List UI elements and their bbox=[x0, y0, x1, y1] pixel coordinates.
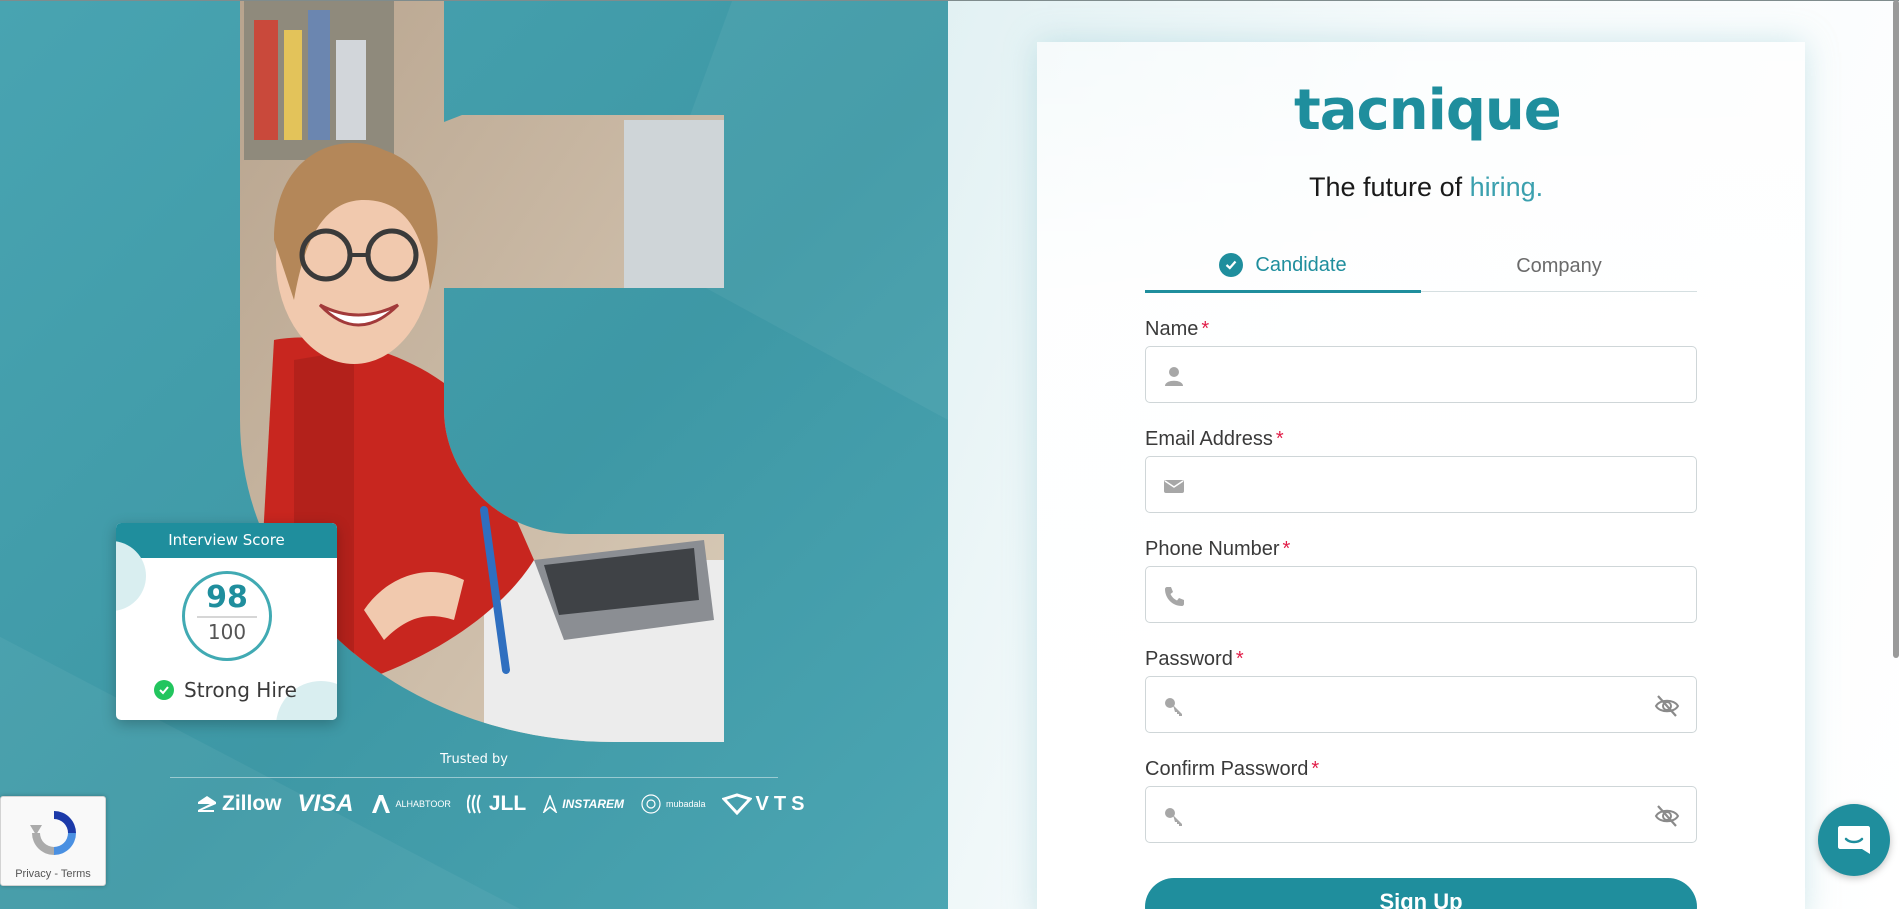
score-verdict: Strong Hire bbox=[154, 678, 297, 702]
phone-label: Phone Number * bbox=[1145, 538, 1290, 561]
tab-candidate[interactable]: Candidate bbox=[1145, 240, 1421, 293]
key-icon bbox=[1165, 698, 1182, 716]
tacnique-logo: tacnique bbox=[1294, 78, 1562, 143]
confirm-password-label: Confirm Password * bbox=[1145, 758, 1319, 781]
vts-logo-text: VTS bbox=[755, 792, 810, 815]
confirm-password-field[interactable] bbox=[1145, 786, 1697, 843]
check-circle-icon bbox=[1219, 253, 1244, 277]
name-label-text: Name bbox=[1145, 318, 1199, 340]
alhabtoor-logo: ALHABTOOR bbox=[370, 793, 451, 815]
tagline: The future of hiring. bbox=[1309, 172, 1543, 203]
score-card-title: Interview Score bbox=[116, 523, 337, 558]
score-divider bbox=[197, 616, 257, 618]
jll-logo: JLL bbox=[466, 792, 527, 816]
email-input[interactable] bbox=[1196, 457, 1636, 512]
email-field[interactable] bbox=[1145, 456, 1697, 513]
chat-icon bbox=[1838, 826, 1870, 854]
confirm-password-input[interactable] bbox=[1196, 787, 1636, 842]
trusted-by-label: Trusted by bbox=[440, 752, 508, 767]
eye-slash-icon[interactable] bbox=[1654, 804, 1680, 828]
sign-up-button[interactable]: Sign Up bbox=[1145, 878, 1697, 909]
account-type-tabs: Candidate Company bbox=[1145, 240, 1697, 293]
required-mark: * bbox=[1235, 648, 1244, 670]
email-label: Email Address * bbox=[1145, 428, 1284, 451]
hero-panel: Interview Score 98 100 Strong Hire Trust… bbox=[0, 0, 948, 909]
recaptcha-links[interactable]: Privacy - Terms bbox=[1, 868, 105, 880]
mubadala-logo: mubadala bbox=[640, 793, 706, 815]
recaptcha-badge[interactable]: Privacy - Terms bbox=[0, 796, 106, 886]
password-field[interactable] bbox=[1145, 676, 1697, 733]
password-input[interactable] bbox=[1196, 677, 1636, 732]
instarem-logo-text: INSTAREM bbox=[562, 797, 624, 811]
name-field[interactable] bbox=[1145, 346, 1697, 403]
phone-field[interactable] bbox=[1145, 566, 1697, 623]
window-top-border bbox=[0, 0, 1899, 1]
zillow-logo: Zillow bbox=[196, 792, 282, 816]
recaptcha-icon bbox=[30, 811, 76, 855]
score-value: 98 bbox=[206, 580, 248, 615]
name-input[interactable] bbox=[1196, 347, 1636, 402]
required-mark: * bbox=[1201, 318, 1210, 340]
chat-launcher-button[interactable] bbox=[1818, 804, 1890, 876]
phone-icon bbox=[1165, 587, 1184, 606]
instarem-logo: INSTAREM bbox=[542, 795, 624, 813]
required-mark: * bbox=[1311, 758, 1320, 780]
key-icon bbox=[1165, 808, 1182, 826]
tagline-prefix: The future of bbox=[1309, 172, 1470, 202]
required-mark: * bbox=[1275, 428, 1284, 450]
envelope-icon bbox=[1164, 480, 1184, 493]
tagline-accent: hiring. bbox=[1469, 172, 1544, 202]
tab-candidate-label: Candidate bbox=[1255, 253, 1347, 276]
required-mark: * bbox=[1282, 538, 1291, 560]
alhabtoor-logo-text: ALHABTOOR bbox=[395, 798, 451, 809]
score-ring: 98 100 bbox=[182, 571, 272, 661]
jll-logo-text: JLL bbox=[488, 792, 527, 815]
vts-logo: VTS bbox=[721, 792, 810, 816]
trusted-divider bbox=[170, 777, 778, 778]
tab-company-label: Company bbox=[1516, 254, 1602, 277]
interview-score-card: Interview Score 98 100 Strong Hire bbox=[116, 523, 337, 720]
phone-input[interactable] bbox=[1196, 567, 1636, 622]
check-circle-icon bbox=[154, 680, 174, 700]
score-out-of: 100 bbox=[207, 620, 247, 644]
partner-logos: Zillow VISA ALHABTOOR JLL INSTAREM mubad… bbox=[196, 790, 809, 818]
mubadala-logo-text: mubadala bbox=[666, 798, 706, 809]
tab-company[interactable]: Company bbox=[1421, 240, 1697, 292]
email-label-text: Email Address bbox=[1145, 428, 1273, 450]
signup-page: Interview Score 98 100 Strong Hire Trust… bbox=[0, 0, 1899, 909]
user-icon bbox=[1165, 367, 1183, 386]
password-label: Password * bbox=[1145, 648, 1244, 671]
page-scrollbar[interactable] bbox=[1893, 0, 1899, 658]
name-label: Name * bbox=[1145, 318, 1209, 341]
phone-label-text: Phone Number bbox=[1145, 538, 1280, 560]
visa-logo: VISA bbox=[297, 790, 354, 817]
eye-slash-icon[interactable] bbox=[1654, 694, 1680, 718]
zillow-logo-text: Zillow bbox=[222, 792, 282, 815]
confirm-password-label-text: Confirm Password bbox=[1145, 758, 1309, 780]
verdict-label: Strong Hire bbox=[184, 678, 297, 702]
password-label-text: Password bbox=[1145, 648, 1233, 670]
